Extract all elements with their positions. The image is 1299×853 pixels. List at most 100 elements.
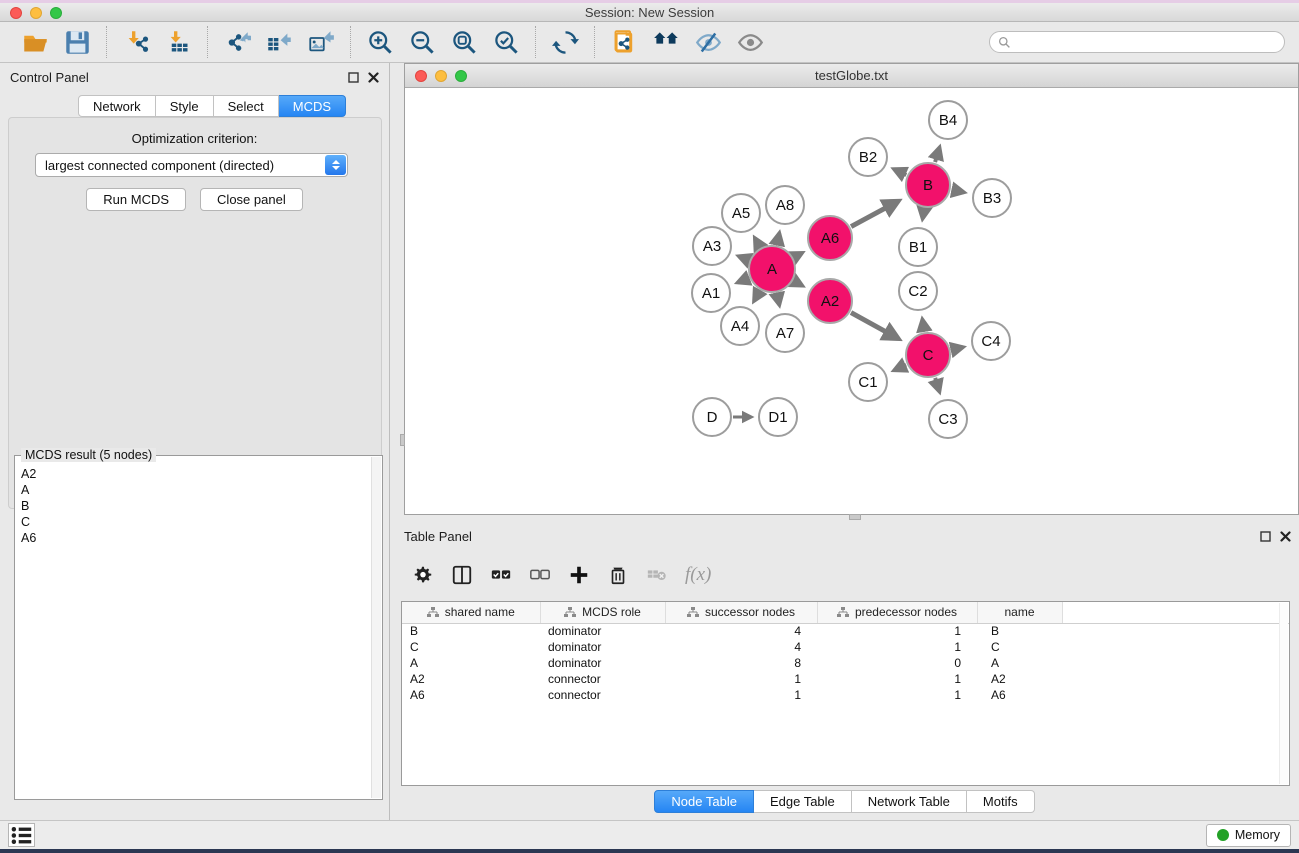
result-list-item[interactable]: A6	[21, 530, 370, 546]
tab-select[interactable]: Select	[214, 95, 279, 117]
graph-node-A3[interactable]: A3	[692, 226, 732, 266]
delete-column-button[interactable]	[607, 564, 629, 586]
network-window-titlebar[interactable]: testGlobe.txt	[405, 64, 1298, 88]
edge-A-A3[interactable]	[739, 256, 749, 260]
tab-style[interactable]: Style	[156, 95, 214, 117]
import-network-button[interactable]	[119, 26, 153, 58]
optimization-criterion-select[interactable]: largest connected component (directed)	[35, 153, 348, 177]
close-table-panel-icon[interactable]	[1280, 531, 1291, 542]
table-cell[interactable]: dominator	[540, 639, 665, 655]
column-header-shared-name[interactable]: shared name	[402, 602, 540, 623]
table-row[interactable]: Bdominator41B	[402, 623, 1289, 639]
zoom-selected-button[interactable]	[489, 26, 523, 58]
table-cell[interactable]: dominator	[540, 655, 665, 671]
edge-A2-C[interactable]	[851, 313, 898, 339]
result-list-item[interactable]: A2	[21, 466, 370, 482]
show-all-button[interactable]	[733, 26, 767, 58]
zoom-window-button[interactable]	[50, 7, 62, 19]
mcds-result-list[interactable]: A2ABCA6	[21, 466, 370, 795]
edge-A-A2[interactable]	[794, 281, 802, 286]
table-cell[interactable]: connector	[540, 687, 665, 703]
edge-A-A7[interactable]	[777, 294, 779, 305]
result-list-item[interactable]: B	[21, 498, 370, 514]
tab-node-table[interactable]: Node Table	[654, 790, 754, 813]
table-cell[interactable]: 4	[665, 639, 817, 655]
split-handle-vertical[interactable]	[400, 434, 405, 446]
column-header-successor-nodes[interactable]: successor nodes	[665, 602, 817, 623]
app-titlebar[interactable]: Session: New Session	[0, 3, 1299, 22]
column-header-name[interactable]: name	[977, 602, 1062, 623]
graph-node-C3[interactable]: C3	[928, 399, 968, 439]
edge-B-B1[interactable]	[923, 209, 925, 219]
zoom-in-button[interactable]	[363, 26, 397, 58]
table-cell[interactable]: 1	[665, 687, 817, 703]
graph-node-A7[interactable]: A7	[765, 313, 805, 353]
network-minimize-button[interactable]	[435, 70, 447, 82]
table-cell[interactable]: A6	[402, 687, 540, 703]
tab-network-table[interactable]: Network Table	[852, 790, 967, 813]
table-row[interactable]: A2connector11A2	[402, 671, 1289, 687]
graph-node-B1[interactable]: B1	[898, 227, 938, 267]
close-window-button[interactable]	[10, 7, 22, 19]
float-panel-icon[interactable]	[348, 72, 359, 83]
table-cell[interactable]: dominator	[540, 623, 665, 639]
close-panel-button[interactable]: Close panel	[200, 188, 303, 211]
task-history-button[interactable]	[8, 823, 35, 847]
table-settings-button[interactable]	[412, 564, 434, 586]
tab-motifs[interactable]: Motifs	[967, 790, 1035, 813]
graph-node-A5[interactable]: A5	[721, 193, 761, 233]
minimize-window-button[interactable]	[30, 7, 42, 19]
graph-node-C4[interactable]: C4	[971, 321, 1011, 361]
table-cell[interactable]: A2	[402, 671, 540, 687]
graph-node-D[interactable]: D	[692, 397, 732, 437]
close-panel-icon[interactable]	[368, 72, 379, 83]
zoom-out-button[interactable]	[405, 26, 439, 58]
network-zoom-button[interactable]	[455, 70, 467, 82]
table-cell[interactable]: B	[402, 623, 540, 639]
edge-A6-B[interactable]	[851, 201, 898, 226]
table-row[interactable]: Cdominator41C	[402, 639, 1289, 655]
graph-node-B[interactable]: B	[905, 162, 951, 208]
graph-node-C[interactable]: C	[905, 332, 951, 378]
result-list-item[interactable]: C	[21, 514, 370, 530]
edge-C-C4[interactable]	[951, 347, 963, 350]
graph-node-D1[interactable]: D1	[758, 397, 798, 437]
edge-B-B3[interactable]	[952, 190, 964, 193]
table-cell[interactable]: A6	[977, 687, 1062, 703]
table-cell[interactable]: 1	[817, 687, 977, 703]
hide-selected-button[interactable]	[691, 26, 725, 58]
result-scrollbar[interactable]	[371, 457, 381, 798]
table-cell[interactable]: 4	[665, 623, 817, 639]
graph-node-C2[interactable]: C2	[898, 271, 938, 311]
export-table-button[interactable]	[262, 26, 296, 58]
graph-node-B3[interactable]: B3	[972, 178, 1012, 218]
search-box[interactable]	[989, 31, 1285, 53]
export-image-button[interactable]	[304, 26, 338, 58]
add-column-button[interactable]	[568, 564, 590, 586]
tab-mcds[interactable]: MCDS	[279, 95, 346, 117]
graph-node-B4[interactable]: B4	[928, 100, 968, 140]
edge-A-A1[interactable]	[738, 278, 749, 282]
column-header-MCDS-role[interactable]: MCDS role	[540, 602, 665, 623]
show-columns-button[interactable]	[451, 564, 473, 586]
graph-node-A[interactable]: A	[748, 245, 796, 293]
edge-B-B4[interactable]	[935, 148, 939, 163]
graph-node-B2[interactable]: B2	[848, 137, 888, 177]
graph-node-A4[interactable]: A4	[720, 306, 760, 346]
table-cell[interactable]: A	[402, 655, 540, 671]
edge-C-C2[interactable]	[922, 320, 924, 332]
export-network-button[interactable]	[220, 26, 254, 58]
edge-B-B2[interactable]	[894, 169, 906, 175]
result-list-item[interactable]: A	[21, 482, 370, 498]
table-cell[interactable]: 1	[817, 639, 977, 655]
table-cell[interactable]: A	[977, 655, 1062, 671]
save-session-button[interactable]	[60, 26, 94, 58]
table-scrollbar[interactable]	[1279, 603, 1288, 784]
table-cell[interactable]: 1	[817, 623, 977, 639]
graph-node-A6[interactable]: A6	[807, 215, 853, 261]
graph-node-A1[interactable]: A1	[691, 273, 731, 313]
run-mcds-button[interactable]: Run MCDS	[86, 188, 186, 211]
graph-node-A8[interactable]: A8	[765, 185, 805, 225]
table-cell[interactable]: 1	[817, 671, 977, 687]
tab-edge-table[interactable]: Edge Table	[754, 790, 852, 813]
